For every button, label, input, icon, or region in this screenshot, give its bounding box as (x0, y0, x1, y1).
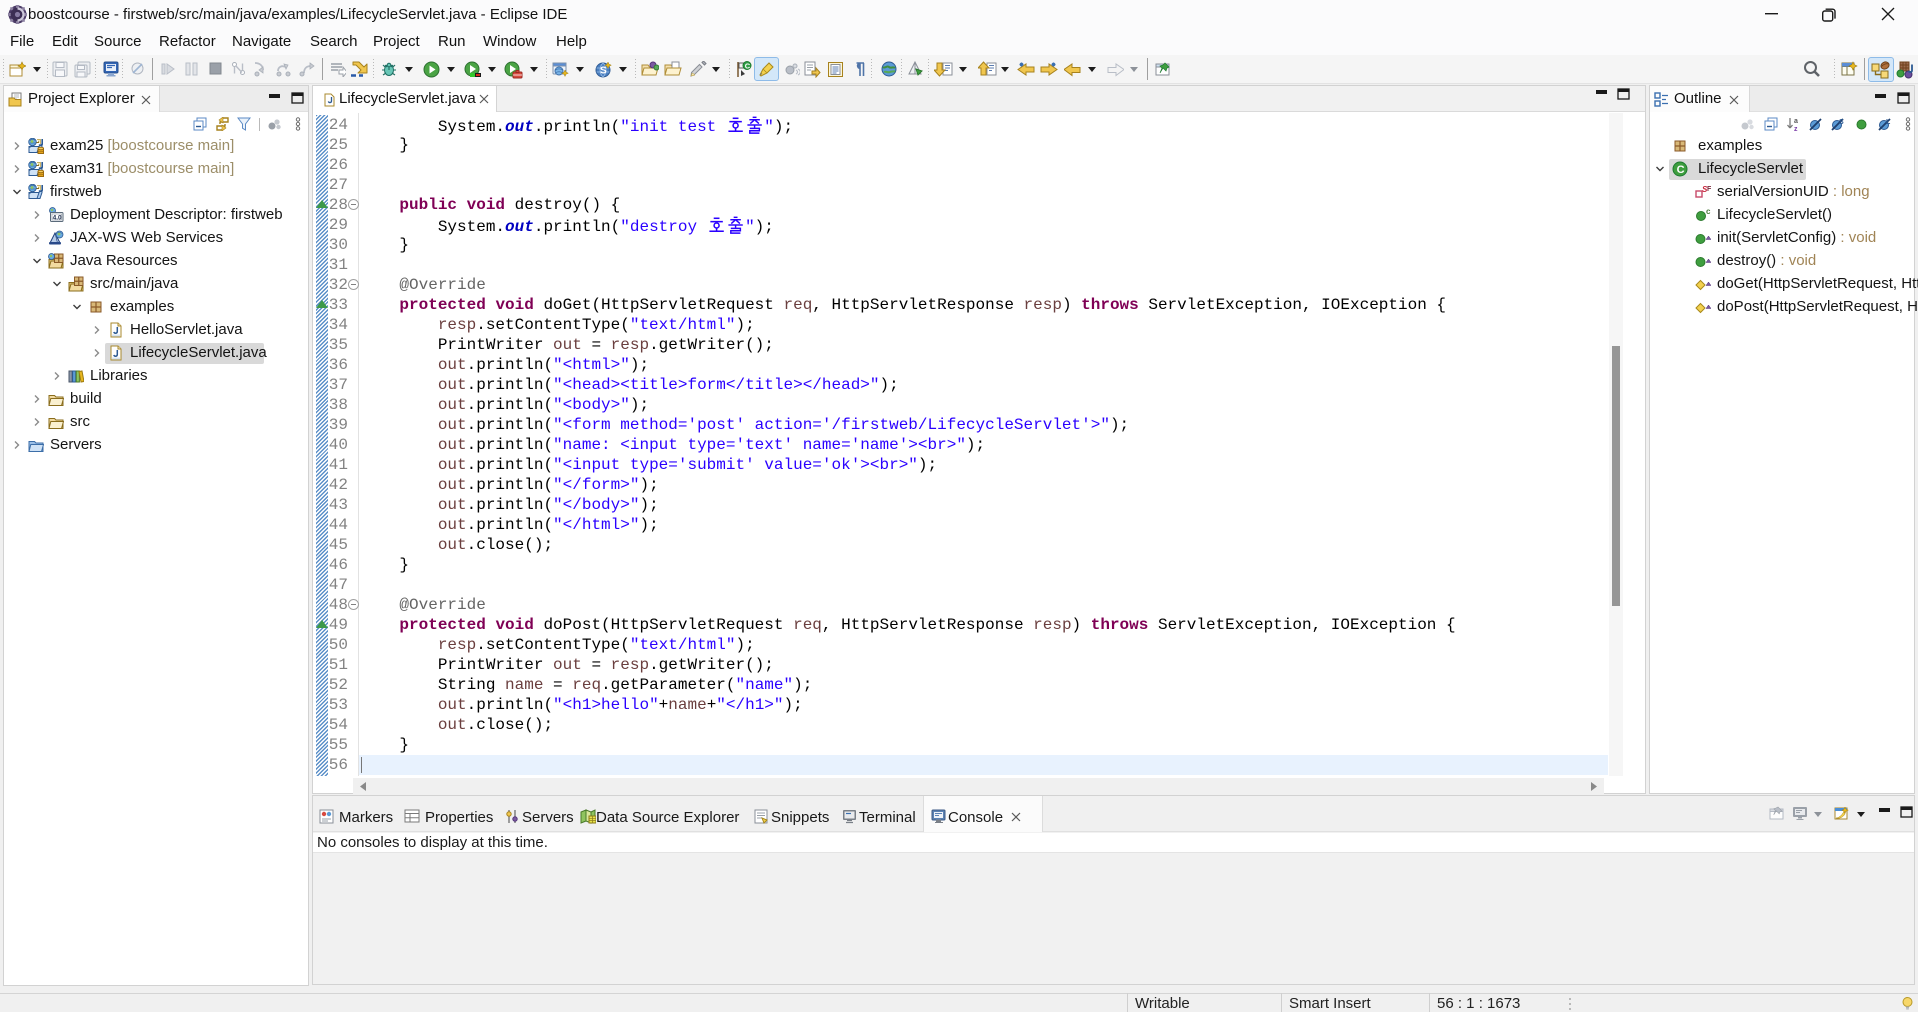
svg-text:C: C (1677, 164, 1685, 176)
svg-text:c: c (1706, 207, 1711, 216)
svg-text:F: F (1707, 186, 1711, 193)
svg-text:L: L (1886, 119, 1891, 126)
svg-text:4.0: 4.0 (53, 215, 62, 222)
svg-text:S: S (1839, 119, 1844, 126)
svg-text:z: z (1794, 126, 1798, 131)
svg-text:a: a (1794, 118, 1798, 125)
svg-text:C: C (745, 62, 751, 71)
svg-text:S: S (600, 66, 607, 77)
